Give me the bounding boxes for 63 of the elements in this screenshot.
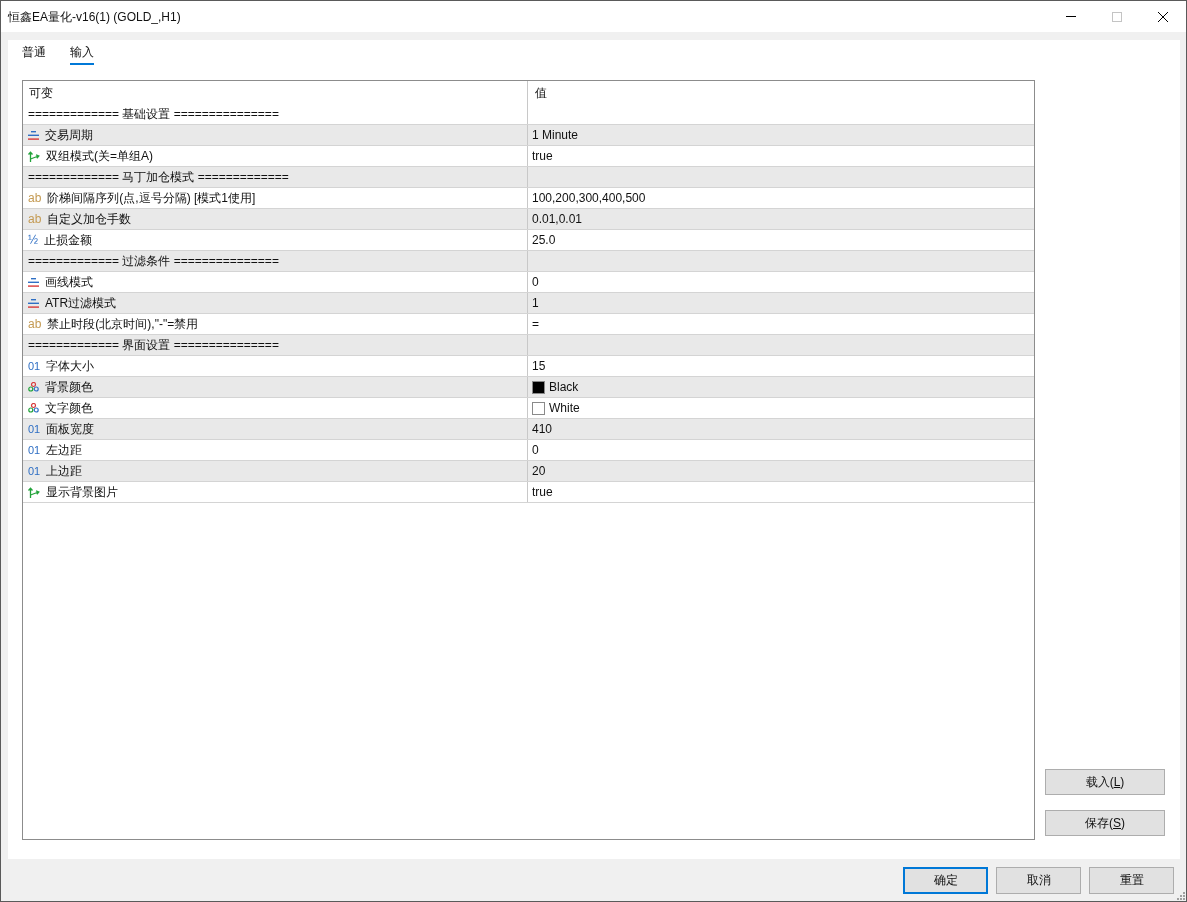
branch-arrow-icon: [28, 486, 40, 498]
parameter-name: 画线模式: [45, 274, 93, 291]
list-icon: [28, 298, 39, 308]
rgb-circles-icon: [28, 403, 39, 413]
parameter-value[interactable]: Black: [549, 378, 579, 396]
dialog-button[interactable]: 取消: [996, 866, 1081, 894]
parameter-name: 交易周期: [45, 127, 93, 144]
parameter-name: ATR过滤模式: [45, 295, 117, 312]
side-button[interactable]: 保存(S): [1045, 810, 1165, 836]
parameter-name: 背景颜色: [45, 379, 93, 396]
number-type-icon: 01: [28, 444, 41, 456]
list-icon: [28, 130, 39, 140]
parameter-value[interactable]: White: [549, 399, 580, 417]
parameter-name: 左边距: [46, 442, 83, 459]
parameter-value[interactable]: 15: [532, 357, 546, 375]
parameter-name: 止损金额: [44, 232, 92, 249]
text-type-icon: ab: [28, 318, 42, 330]
parameter-name: 显示背景图片: [46, 484, 118, 501]
parameter-name: 阶梯间隔序列(点,逗号分隔) [模式1使用]: [47, 190, 256, 207]
list-icon: [28, 277, 39, 287]
parameter-value[interactable]: 100,200,300,400,500: [532, 189, 646, 207]
maximize-icon: [1112, 11, 1122, 22]
parameter-name: 上边距: [46, 463, 83, 480]
column-header[interactable]: 可变: [29, 83, 53, 102]
side-button[interactable]: 载入(L): [1045, 769, 1165, 795]
parameter-value[interactable]: 1 Minute: [532, 126, 579, 144]
section-heading: ============= 界面设置 ===============: [28, 337, 279, 354]
section-heading: ============= 马丁加仓模式 =============: [28, 169, 289, 186]
parameter-name: 自定义加仓手数: [47, 211, 132, 228]
rgb-circles-icon: [28, 382, 39, 392]
parameter-name: 面板宽度: [46, 421, 95, 438]
parameter-value[interactable]: 0: [532, 273, 539, 291]
branch-arrow-icon: [28, 150, 40, 162]
tab[interactable]: 普通: [22, 43, 46, 65]
parameter-value[interactable]: 20: [532, 462, 546, 480]
resize-grip-icon[interactable]: [1177, 892, 1185, 900]
minimize-icon: [1066, 16, 1076, 17]
parameter-value[interactable]: 25.0: [532, 231, 556, 249]
window-title: 恒鑫EA量化-v16(1) (GOLD_,H1): [7, 8, 181, 26]
text-type-icon: ab: [28, 213, 42, 225]
parameter-value[interactable]: true: [532, 147, 553, 165]
fraction-icon: ½: [28, 234, 38, 246]
parameter-value[interactable]: true: [532, 483, 553, 501]
tab[interactable]: 输入: [70, 43, 94, 65]
parameter-value[interactable]: 0.01,0.01: [532, 210, 583, 228]
parameter-name: 双组模式(关=单组A): [46, 148, 153, 165]
number-type-icon: 01: [28, 423, 41, 435]
parameter-name: 字体大小: [46, 358, 95, 375]
parameter-value[interactable]: 0: [532, 441, 539, 459]
parameter-name: 禁止时段(北京时间),"-"=禁用: [47, 316, 199, 333]
text-type-icon: ab: [28, 192, 42, 204]
number-type-icon: 01: [28, 360, 41, 372]
close-icon: [1158, 11, 1168, 22]
dialog-button[interactable]: 重置: [1089, 866, 1174, 894]
parameter-name: 文字颜色: [45, 400, 93, 417]
dialog-button[interactable]: 确定: [903, 866, 988, 894]
parameter-value[interactable]: 1: [532, 294, 539, 312]
column-header[interactable]: 值: [535, 83, 547, 102]
number-type-icon: 01: [28, 465, 41, 477]
parameter-value[interactable]: 410: [532, 420, 553, 438]
parameter-value[interactable]: =: [532, 315, 539, 333]
section-heading: ============= 过滤条件 ===============: [28, 253, 279, 270]
section-heading: ============= 基础设置 ===============: [28, 106, 279, 123]
